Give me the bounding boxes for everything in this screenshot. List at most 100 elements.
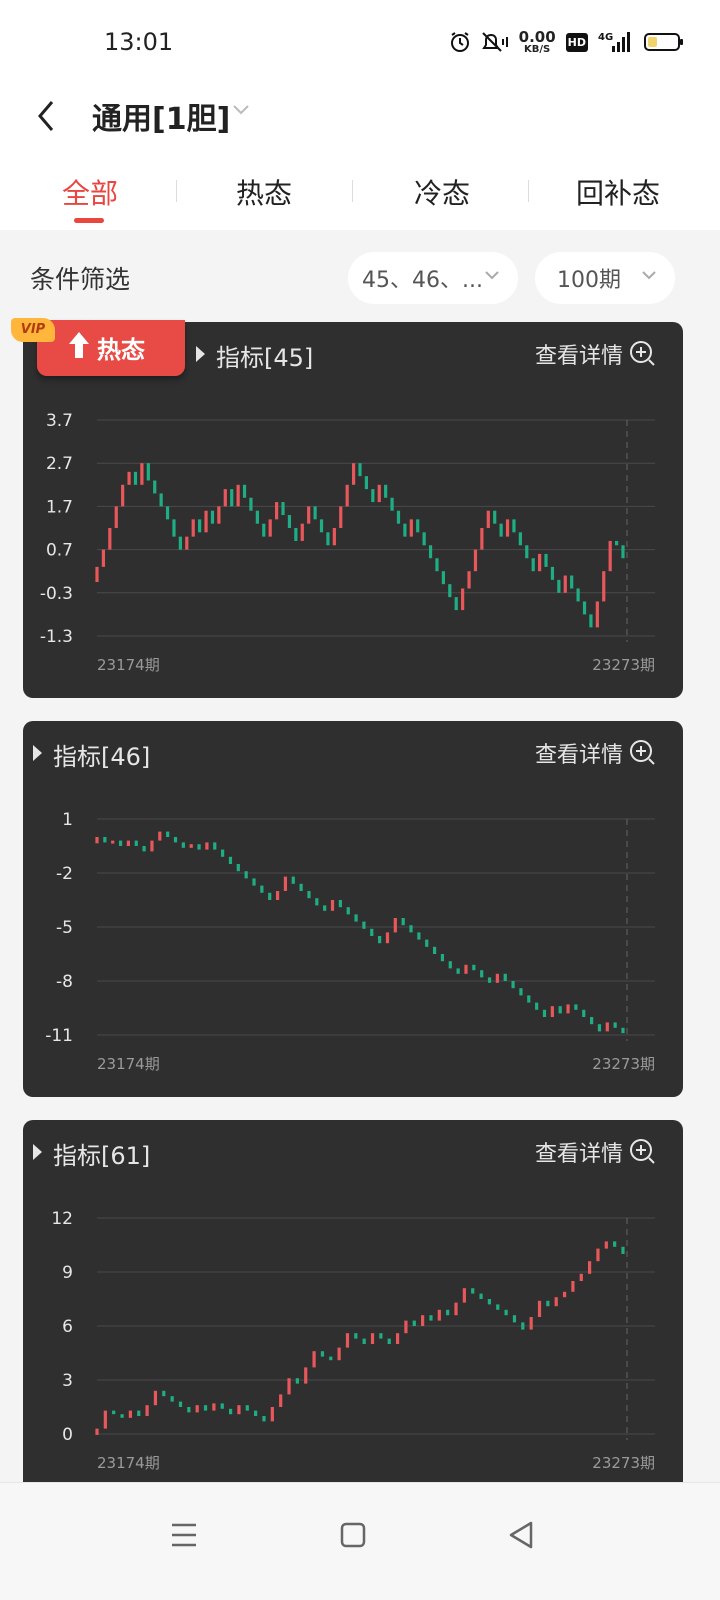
data-bar (512, 1315, 517, 1323)
data-bar (315, 898, 319, 906)
data-bar (499, 523, 503, 537)
data-bar (370, 928, 374, 936)
data-bar (421, 1315, 425, 1326)
data-bar (571, 1281, 575, 1292)
indicator-filter-dropdown[interactable]: 45、46、... (348, 252, 518, 304)
data-bar (153, 1390, 158, 1406)
data-bar (108, 528, 112, 550)
x-start-label: 23174期 (97, 1055, 160, 1073)
data-bar (422, 532, 426, 546)
data-bar (153, 480, 157, 494)
period-filter-dropdown[interactable]: 100期 (535, 252, 675, 304)
tab-hot[interactable]: 热态 (174, 172, 354, 212)
alarm-icon (450, 32, 469, 52)
data-bar (535, 1002, 539, 1010)
filter-row: 条件筛选 45、46、... 100期 (0, 230, 720, 320)
data-bar (205, 842, 209, 850)
data-bar (621, 1027, 625, 1034)
page-title[interactable]: 通用[1胆] (92, 94, 230, 138)
data-bar (384, 484, 388, 498)
indicator-card[interactable]: 热态 VIP 指标[45] 查看详情 3.7 2.7 1.7 0.7 -0.3 -1.3 2… (11, 318, 683, 698)
data-bar (140, 463, 144, 485)
data-bar (178, 1401, 183, 1407)
y-tick-label: -8 (56, 972, 73, 992)
chevron-left-icon[interactable] (30, 96, 62, 136)
data-bar (596, 1248, 600, 1262)
data-bar (187, 1407, 191, 1413)
data-bar (300, 523, 304, 541)
data-bar (387, 1338, 391, 1344)
y-tick-label: 12 (51, 1209, 73, 1229)
data-bar (621, 545, 625, 559)
data-bar (133, 471, 138, 485)
data-bar (166, 831, 170, 837)
indicator-card[interactable]: 指标[61] 查看详情 12 9 6 3 0 23174期 23273期 (23, 1120, 683, 1500)
data-bar (299, 883, 303, 891)
header: 通用[1胆] 全部 热态 冷态 回补态 (0, 80, 720, 230)
data-bar (262, 1416, 266, 1422)
data-bar (95, 837, 99, 844)
data-bar (295, 1378, 299, 1384)
data-bar (313, 506, 317, 520)
y-tick-label: 3.7 (46, 411, 73, 431)
data-bar (212, 1403, 216, 1411)
data-bar (461, 588, 465, 611)
data-bar (121, 484, 125, 507)
data-bar (595, 601, 599, 628)
data-bar (579, 1273, 583, 1281)
x-start-label: 23174期 (97, 1454, 160, 1472)
data-bar (181, 842, 185, 848)
data-bar (203, 1405, 208, 1411)
data-bar (191, 519, 195, 537)
data-bar (228, 856, 233, 864)
x-end-label: 23273期 (592, 656, 655, 674)
data-bar (512, 519, 516, 533)
data-bar (354, 1333, 358, 1339)
tab-cold[interactable]: 冷态 (352, 172, 532, 212)
net-speed: 0.00 KB/S (519, 29, 556, 55)
data-bar (390, 497, 394, 511)
data-bar (338, 900, 342, 908)
data-bar (220, 1403, 224, 1409)
tab-rebound[interactable]: 回补态 (528, 172, 708, 212)
back-triangle-icon[interactable] (497, 1511, 545, 1559)
data-bar (159, 493, 163, 507)
data-bar (563, 575, 567, 593)
data-bar (275, 502, 279, 520)
tab-all[interactable]: 全部 (0, 172, 180, 212)
menu-icon[interactable] (160, 1511, 208, 1559)
x-start-label: 23174期 (97, 656, 160, 674)
data-bar (165, 506, 170, 520)
data-bar (312, 1351, 316, 1368)
data-bar (114, 506, 118, 528)
data-bar (542, 1009, 547, 1017)
data-bar (377, 484, 381, 503)
data-bar (544, 553, 548, 567)
data-bar (244, 871, 248, 879)
data-bar (362, 1338, 366, 1344)
data-bar (432, 946, 437, 954)
data-bar (221, 849, 225, 857)
data-bar (173, 837, 178, 843)
data-bar (448, 961, 452, 969)
data-bar (103, 837, 107, 843)
home-square-icon[interactable] (329, 1511, 377, 1559)
data-bar (95, 1428, 99, 1435)
chevron-down-icon[interactable] (232, 104, 250, 116)
data-bar (456, 968, 460, 974)
data-bar (204, 510, 208, 533)
status-bar: 13:01 0.00 KB/S HD 4G (0, 0, 720, 80)
data-bar (521, 1322, 525, 1330)
data-bar (197, 844, 201, 850)
data-bar (527, 995, 531, 1003)
indicator-card[interactable]: 指标[46] 查看详情 1 -2 -5 -8 -11 23174期 23273期 (23, 721, 683, 1097)
data-bar (613, 1022, 617, 1028)
chevron-down-icon (642, 271, 656, 280)
y-tick-label: 6 (62, 1317, 73, 1337)
indicator-chart: 1 -2 -5 -8 -11 23174期 23273期 (45, 810, 655, 1073)
y-tick-label: -2 (56, 864, 73, 884)
data-bar (223, 489, 227, 507)
data-bar (401, 918, 405, 926)
indicator-chart: 12 9 6 3 0 23174期 23273期 (51, 1209, 655, 1472)
data-bar (404, 1320, 408, 1334)
